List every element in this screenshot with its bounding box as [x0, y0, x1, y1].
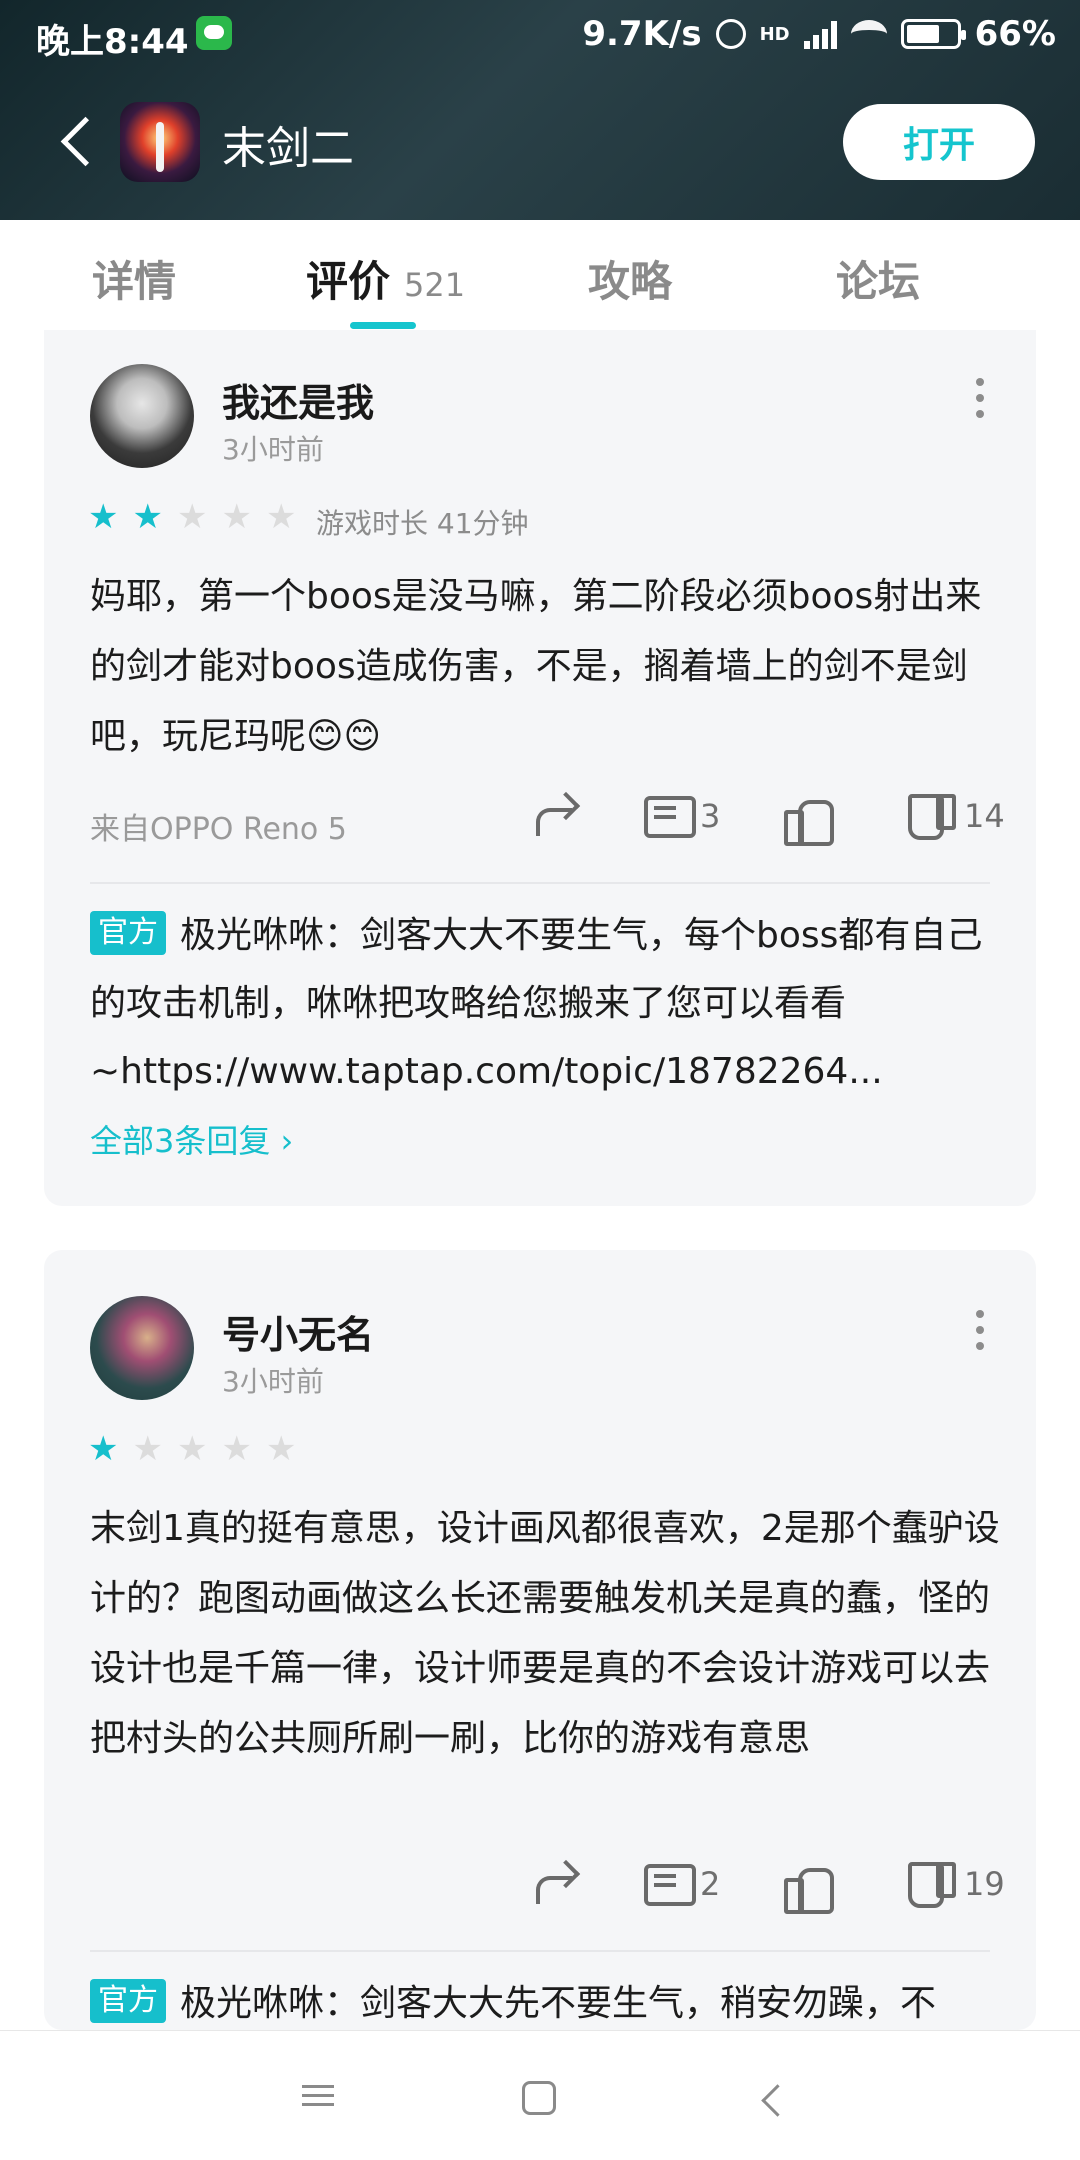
tab-reviews-label: 评价 — [306, 257, 391, 306]
back-button[interactable] — [56, 112, 96, 172]
reply-author: 极光咻咻 — [180, 1983, 325, 2024]
menu-icon[interactable] — [298, 2079, 338, 2119]
star-rating: ★ ★ ★ ★ ★ — [88, 1432, 296, 1466]
playtime: 游戏时长 41分钟 — [316, 507, 529, 540]
battery-icon — [900, 19, 966, 49]
official-badge: 官方 — [90, 911, 166, 955]
reply-colon: ： — [324, 915, 361, 956]
share-button[interactable] — [530, 792, 578, 840]
avatar[interactable] — [90, 1296, 194, 1400]
comment-icon — [642, 1860, 696, 1908]
share-icon — [530, 1860, 578, 1908]
avatar[interactable] — [90, 364, 194, 468]
star-icon: ★ — [265, 497, 297, 537]
official-reply[interactable]: 官方 极光咻咻：剑客大大不要生气，每个boss都有自己的攻击机制，咻咻把攻略给您搬… — [90, 902, 1000, 1106]
star-icon: ★ — [265, 1429, 297, 1469]
review-time: 3小时前 — [222, 433, 324, 466]
share-button[interactable] — [530, 1860, 578, 1908]
app-title: 末剑二 — [222, 123, 354, 174]
home-icon[interactable] — [522, 2081, 556, 2115]
status-bar: 晚上8:44 9.7K/s HD 66% — [0, 0, 1080, 68]
dislike-button[interactable]: 14 — [906, 792, 1005, 840]
reply-author: 极光咻咻 — [180, 915, 325, 956]
thumbs-up-icon — [782, 1860, 834, 1914]
tab-guides[interactable]: 攻略 — [588, 248, 672, 309]
review-count: 521 — [404, 266, 466, 304]
wechat-icon — [196, 16, 232, 50]
comment-count: 3 — [700, 797, 721, 835]
dislike-button[interactable]: 19 — [906, 1860, 1005, 1908]
dislike-count: 19 — [964, 1865, 1005, 1903]
official-reply[interactable]: 官方 极光咻咻：剑客大大先不要生气，稍安勿躁，不 — [90, 1970, 1000, 2030]
reply-text: 剑客大大先不要生气，稍安勿躁，不 — [360, 1983, 937, 2024]
like-button[interactable] — [782, 792, 834, 846]
comment-count: 2 — [700, 1865, 721, 1903]
tab-bar: 详情 评价 521 攻略 论坛 — [0, 220, 1080, 330]
thumbs-up-icon — [782, 792, 834, 846]
star-rating: ★ ★ ★ ★ ★ — [88, 500, 296, 534]
review-content[interactable]: 妈耶，第一个boos是没马嘛，第二阶段必须boos射出来的剑才能对boos造成伤… — [90, 562, 1000, 772]
view-all-replies-link[interactable]: 全部3条回复 › — [90, 1116, 293, 1162]
device-label: 来自OPPO Reno 5 — [90, 812, 347, 847]
star-icon: ★ — [221, 497, 252, 537]
status-right: 9.7K/s HD 66% — [582, 14, 1056, 54]
review-username[interactable]: 我还是我 — [222, 372, 374, 427]
dislike-count: 14 — [964, 797, 1005, 835]
thumbs-down-icon — [906, 792, 956, 840]
review-content[interactable]: 末剑1真的挺有意思，设计画风都很喜欢，2是那个蠢驴设计的？跑图动画做这么长还需要… — [90, 1494, 1000, 1774]
comment-button[interactable]: 2 — [642, 1860, 720, 1908]
thumbs-down-icon — [906, 1860, 956, 1908]
star-icon: ★ — [221, 1429, 252, 1469]
app-icon — [120, 102, 200, 182]
signal-icon — [803, 19, 837, 49]
more-options-button[interactable] — [970, 1310, 990, 1350]
star-icon: ★ — [132, 497, 163, 537]
open-button[interactable]: 打开 — [843, 104, 1035, 180]
wifi-icon — [850, 20, 887, 48]
active-tab-indicator — [350, 322, 416, 329]
tab-details[interactable]: 详情 — [92, 248, 176, 309]
review-username[interactable]: 号小无名 — [222, 1304, 374, 1359]
app-header: 晚上8:44 9.7K/s HD 66% 末剑二 打开 — [0, 0, 1080, 220]
battery-level: 66% — [974, 14, 1056, 54]
like-button[interactable] — [782, 1860, 834, 1914]
alarm-icon — [715, 19, 746, 49]
tab-reviews[interactable]: 评价 521 — [306, 248, 465, 309]
status-time: 晚上8:44 — [36, 22, 189, 62]
divider — [90, 1950, 990, 1952]
review-card: 我还是我 3小时前 ★ ★ ★ ★ ★ 游戏时长 41分钟 妈耶，第一个boos… — [44, 330, 1036, 1206]
review-card: 号小无名 3小时前 ★ ★ ★ ★ ★ 末剑1真的挺有意思，设计画风都很喜欢，2… — [44, 1250, 1036, 2030]
back-icon[interactable] — [756, 2079, 796, 2119]
official-badge: 官方 — [90, 1979, 166, 2023]
star-icon: ★ — [176, 497, 208, 537]
tab-forum[interactable]: 论坛 — [836, 248, 920, 309]
comment-button[interactable]: 3 — [642, 792, 720, 840]
system-nav-bar — [0, 2030, 1080, 2160]
star-icon: ★ — [88, 1429, 119, 1469]
network-speed: 9.7K/s — [582, 14, 702, 54]
share-icon — [530, 792, 578, 840]
star-icon: ★ — [88, 497, 119, 537]
comment-icon — [642, 792, 696, 840]
divider — [90, 882, 990, 884]
star-icon: ★ — [176, 1429, 208, 1469]
network-type: HD — [759, 23, 790, 45]
reply-colon: ： — [324, 1983, 361, 2024]
review-time: 3小时前 — [222, 1365, 324, 1398]
more-options-button[interactable] — [970, 378, 990, 418]
star-icon: ★ — [132, 1429, 163, 1469]
